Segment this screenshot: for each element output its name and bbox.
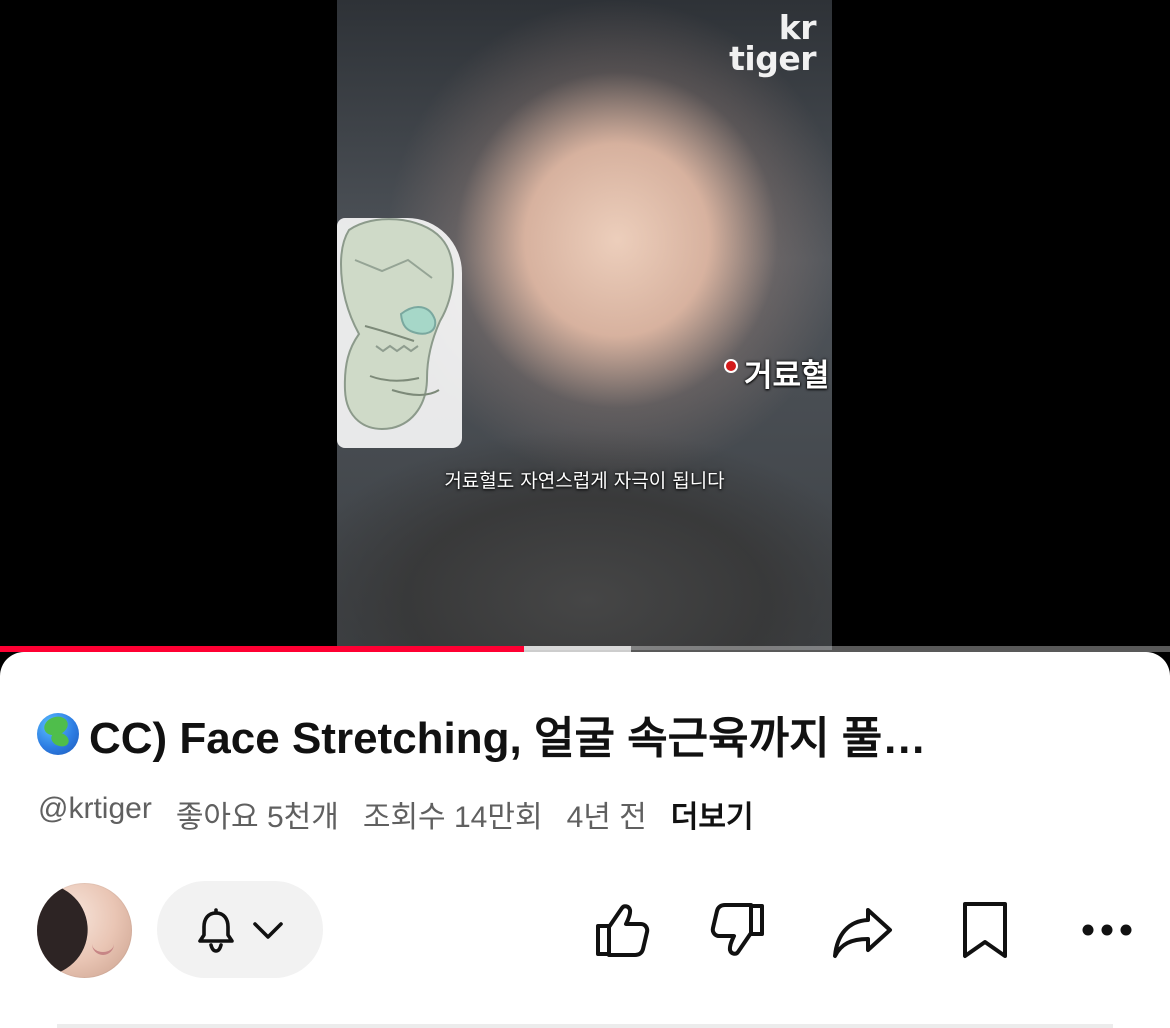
video-subtitle: 거료혈도 자연스럽게 자극이 됩니다: [444, 470, 725, 492]
more-actions-button[interactable]: [1071, 894, 1143, 966]
bottom-divider: [57, 1024, 1113, 1028]
share-button[interactable]: [827, 894, 899, 966]
channel-avatar[interactable]: [37, 883, 132, 978]
video-frame[interactable]: kr tiger 거료혈 거료혈도 자연스럽게 자극이 됩니다: [337, 0, 832, 650]
like-button[interactable]: [583, 894, 655, 966]
more-button[interactable]: 더보기: [671, 792, 754, 836]
acupoint-label: 거료혈: [744, 358, 830, 394]
bell-icon: [195, 907, 237, 953]
share-icon: [830, 900, 896, 960]
save-button[interactable]: [949, 894, 1021, 966]
notification-button[interactable]: [157, 881, 323, 978]
chevron-down-icon: [251, 918, 285, 942]
video-player[interactable]: kr tiger 거료혈 거료혈도 자연스럽게 자극이 됩니다: [0, 0, 1170, 652]
upload-age: 4년 전: [566, 801, 647, 834]
video-title-text: CC) Face Stretching, 얼굴 속근육까지 풀…: [89, 714, 927, 763]
video-metadata: @krtiger 좋아요 5천개 조회수 14만회 4년 전 더보기: [38, 792, 754, 836]
acupoint-marker: [726, 361, 736, 371]
view-count: 조회수 14만회: [362, 801, 543, 834]
video-title[interactable]: CC) Face Stretching, 얼굴 속근육까지 풀…: [37, 702, 1132, 766]
bookmark-icon: [957, 898, 1013, 962]
likes-count: 좋아요 5천개: [175, 801, 339, 834]
dislike-button[interactable]: [705, 894, 777, 966]
more-icon: [1079, 921, 1135, 939]
globe-icon: [37, 713, 79, 755]
thumbs-up-icon: [587, 898, 651, 962]
action-bar: [583, 897, 1143, 963]
skull-illustration: [337, 218, 462, 448]
channel-handle[interactable]: @krtiger: [38, 792, 152, 836]
thumbs-down-icon: [709, 898, 773, 962]
video-details-sheet: CC) Face Stretching, 얼굴 속근육까지 풀… @krtige…: [0, 652, 1170, 1028]
channel-watermark: kr tiger: [729, 8, 816, 78]
